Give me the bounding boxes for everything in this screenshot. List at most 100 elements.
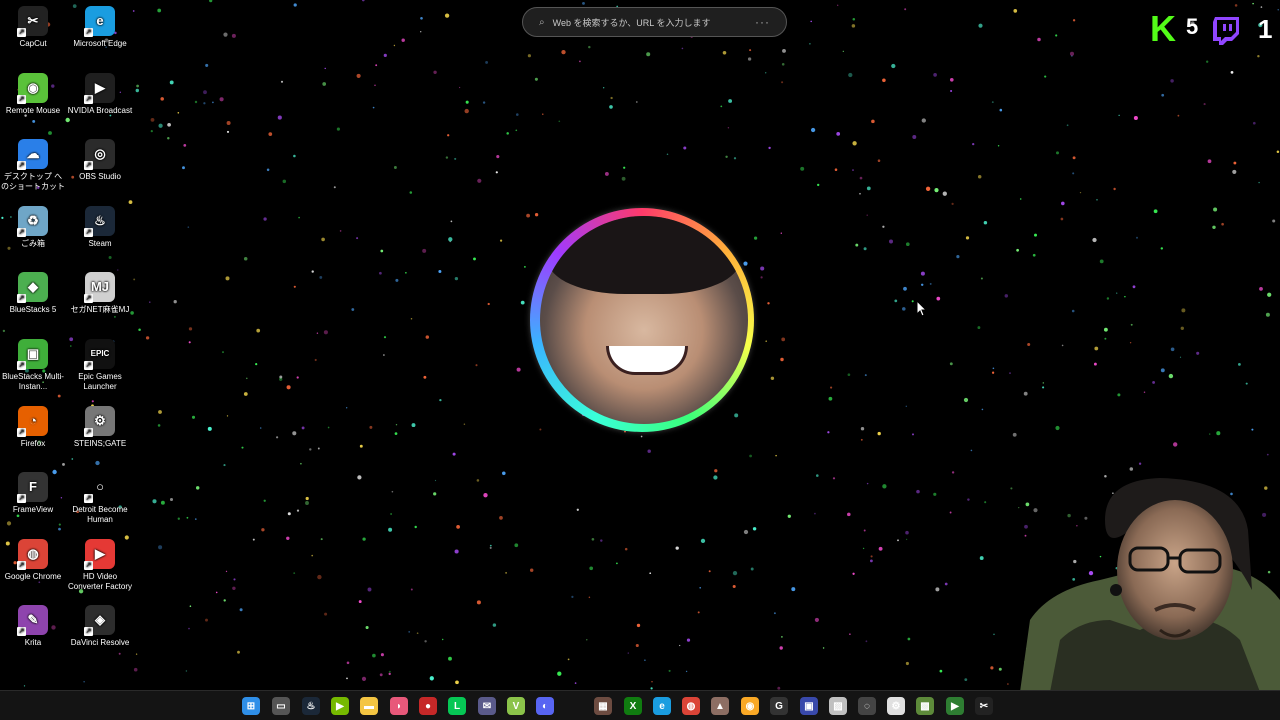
star-particle — [383, 354, 385, 356]
star-particle — [700, 538, 706, 544]
desktop-icon-nvidia-broadcast[interactable]: ▶ ↗ NVIDIA Broadcast — [67, 72, 133, 116]
star-particle — [1233, 161, 1237, 165]
discord-icon[interactable]: ◐ — [536, 697, 554, 715]
star-particle — [561, 49, 566, 55]
star-particle — [276, 436, 279, 439]
star-particle — [58, 527, 61, 531]
star-particle — [882, 78, 886, 83]
vim-app-icon[interactable]: V — [507, 697, 525, 715]
star-particle — [32, 119, 36, 123]
chat-app-icon[interactable]: ✉ — [478, 697, 496, 715]
game-app-icon[interactable]: ▲ — [711, 697, 729, 715]
star-particle — [877, 159, 881, 162]
g-app-icon[interactable]: G — [770, 697, 788, 715]
desktop-icon-remote-mouse[interactable]: ◉ ↗ Remote Mouse — [0, 72, 66, 116]
file-explorer-icon[interactable]: ▬ — [360, 697, 378, 715]
bluestacks-multi-icon: ▣ ↗ — [17, 339, 48, 370]
star-particle — [681, 47, 684, 50]
star-particle — [779, 646, 783, 650]
star-particle — [905, 242, 910, 247]
tool-app-icon[interactable]: ⚙ — [887, 697, 905, 715]
desktop-icon-hd-video-converter[interactable]: ▶ ↗ HD Video Converter Factory — [67, 538, 133, 592]
sheet-app-icon[interactable]: ▶ — [946, 697, 964, 715]
desktop-icon-sega-mj[interactable]: MJ ↗ セガNET麻雀MJ — [67, 272, 133, 315]
star-particle — [157, 424, 161, 427]
star-particle — [1037, 37, 1041, 42]
desktop-icon-krita[interactable]: ✎ ↗ Krita — [0, 605, 66, 648]
desktop-icon-davinci-resolve[interactable]: ◈ ↗ DaVinci Resolve — [67, 605, 133, 648]
start-icon[interactable]: ⊞ — [242, 697, 260, 715]
desktop-icon-bluestacks[interactable]: ◆ ↗ BlueStacks 5 — [0, 272, 66, 315]
desktop-icon-capcut[interactable]: ✂ ↗ CapCut — [0, 6, 66, 49]
search-bar[interactable]: ⌕ Web を検索するか、URL を入力します ··· — [522, 7, 787, 37]
star-particle — [809, 42, 811, 45]
line-icon[interactable]: L — [448, 697, 466, 715]
desktop-icon-recycle-bin[interactable]: ♻ ↗ ごみ箱 — [0, 205, 66, 249]
star-particle — [933, 492, 937, 496]
star-particle — [1232, 169, 1237, 174]
ghost-app-icon[interactable]: ◌ — [858, 697, 876, 715]
capcut-taskbar-icon[interactable]: ✂ — [975, 697, 993, 715]
desktop-icon-label: HD Video Converter Factory — [67, 571, 133, 591]
search-input[interactable]: Web を検索するか、URL を入力します — [553, 16, 755, 29]
star-particle — [615, 562, 618, 565]
desktop-icon-firefox[interactable]: ◔ ↗ Firefox — [0, 405, 66, 449]
more-options-icon[interactable]: ··· — [755, 15, 770, 29]
star-particle — [83, 681, 85, 683]
minecraft-icon[interactable]: ▩ — [916, 697, 934, 715]
star-particle — [1238, 363, 1241, 366]
steam-taskbar-icon[interactable]: ♨ — [302, 697, 320, 715]
star-particle — [558, 120, 561, 123]
lips-app-icon[interactable]: ◗ — [390, 697, 408, 715]
star-particle — [1016, 248, 1019, 252]
star-particle — [293, 572, 296, 574]
icon-glyph: ▣ — [26, 346, 40, 361]
star-particle — [243, 392, 248, 396]
star-particle — [458, 86, 461, 89]
shortcut-arrow-icon: ↗ — [84, 94, 93, 104]
star-particle — [1196, 351, 1200, 355]
desktop-icon-edge[interactable]: e ↗ Microsoft Edge — [67, 6, 133, 49]
edge-taskbar-icon[interactable]: e — [653, 697, 671, 715]
star-particle — [356, 237, 359, 240]
desktop-icon-obs[interactable]: ◎ ↗ OBS Studio — [67, 139, 133, 182]
desktop-icon-chrome[interactable]: ◍ ↗ Google Chrome — [0, 538, 66, 582]
calendar-app-icon[interactable]: ▣ — [800, 697, 818, 715]
desktop-icon-bluestacks-multi[interactable]: ▣ ↗ BlueStacks Multi-Instan... — [0, 339, 66, 392]
star-particle — [888, 239, 894, 244]
desktop-icon-steins-gate[interactable]: ⚙ ↗ STEINS;GATE — [67, 405, 133, 449]
star-particle — [515, 129, 518, 132]
twitch-viewer-count: 1 — [1258, 14, 1273, 44]
shortcut-arrow-icon: ↗ — [17, 28, 26, 37]
star-particle — [118, 652, 121, 655]
star-particle — [188, 627, 190, 630]
coin-app-icon[interactable]: ◉ — [741, 697, 759, 715]
desktop-icon-steam[interactable]: ♨ ↗ Steam — [67, 205, 133, 249]
obs-icon: ◎ ↗ — [84, 139, 115, 171]
star-particle — [949, 511, 952, 514]
star-particle — [456, 525, 460, 529]
star-particle — [177, 112, 180, 114]
star-particle — [393, 166, 397, 169]
desktop-icon-onedrive[interactable]: ☁↗デスクトップ へのショートカット (OneDri... — [0, 139, 66, 192]
star-particle — [516, 367, 521, 372]
desktop-icon-label: デスクトップ へのショートカット (OneDri... — [1, 172, 65, 192]
xbox-icon[interactable]: X — [624, 697, 642, 715]
shortcut-arrow-icon: ↗ — [84, 427, 93, 437]
star-particle — [1069, 51, 1075, 56]
record-icon[interactable]: ● — [419, 697, 437, 715]
desktop-icon-epic-games[interactable]: EPIC ↗ Epic Games Launcher — [67, 339, 133, 392]
task-view-icon[interactable]: ▭ — [272, 697, 290, 715]
app-icon-12[interactable]: ▦ — [594, 697, 612, 715]
star-particle — [534, 77, 538, 81]
star-particle — [1234, 4, 1238, 7]
photo-app-icon[interactable]: ▨ — [829, 697, 847, 715]
desktop-icon-label: BlueStacks Multi-Instan... — [2, 372, 64, 391]
chrome-taskbar-icon[interactable]: ◍ — [682, 697, 700, 715]
star-particle — [855, 243, 859, 247]
nvidia-taskbar-icon[interactable]: ▶ — [331, 697, 349, 715]
star-particle — [1230, 71, 1234, 74]
desktop-icon-frameview[interactable]: F ↗ FrameView — [0, 472, 66, 515]
desktop-icon-detroit[interactable]: ○ ↗ Detroit Become Human — [67, 472, 133, 525]
star-particle — [6, 521, 12, 526]
